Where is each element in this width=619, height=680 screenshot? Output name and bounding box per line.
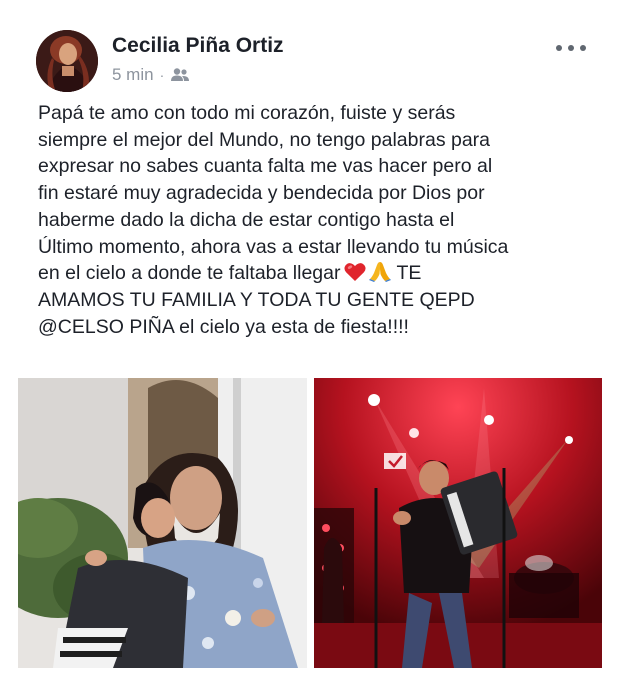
- post-photo-stage[interactable]: [314, 378, 602, 668]
- author-avatar[interactable]: [36, 30, 98, 92]
- post-photo-hug[interactable]: [18, 378, 307, 668]
- post-timestamp[interactable]: 5 min: [112, 65, 154, 85]
- post-text-line: Papá te amo con todo mi corazón, fuiste …: [38, 102, 456, 124]
- post-text-line: Último momento, ahora vas a estar llevan…: [38, 235, 509, 258]
- meta-separator: ·: [159, 67, 165, 83]
- folded-hands-emoji: [368, 260, 392, 283]
- post-text-line: fin estaré muy agradecida y bendecida po…: [38, 182, 485, 205]
- post-text-line: haberme dado la dicha de estar contigo h…: [38, 208, 455, 231]
- post-text: Papá te amo con todo mi corazón, fuiste …: [38, 100, 593, 340]
- author-name[interactable]: Cecilia Piña Ortiz: [112, 34, 284, 58]
- post-text-line-with-emojis: en el cielo a donde te faltaba llegar TE: [38, 260, 593, 287]
- facebook-post: Cecilia Piña Ortiz 5 min · Papá te amo c…: [0, 0, 619, 680]
- post-text-segment: TE: [396, 262, 422, 285]
- post-text-line: expresar no sabes cuanta falta me vas ha…: [38, 155, 493, 178]
- post-text-line: siempre el mejor del Mundo, no tengo pal…: [38, 128, 491, 151]
- friends-icon[interactable]: [170, 67, 190, 83]
- more-options-icon[interactable]: [556, 38, 586, 58]
- red-heart-emoji: [344, 262, 367, 282]
- post-text-segment: en el cielo a donde te faltaba llegar: [38, 262, 341, 285]
- post-text-line: @CELSO PIÑA el cielo ya esta de fiesta!!…: [38, 315, 409, 338]
- post-meta: 5 min ·: [112, 65, 190, 85]
- post-text-line: AMAMOS TU FAMILIA Y TODA TU GENTE QEPD: [38, 288, 475, 311]
